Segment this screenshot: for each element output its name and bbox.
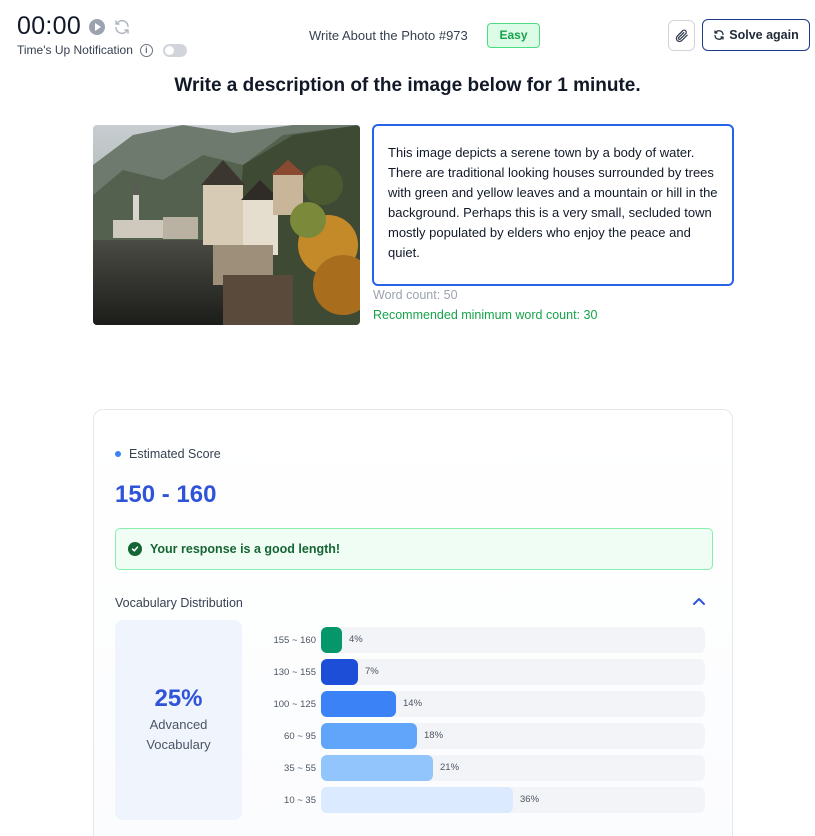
refresh-icon[interactable] <box>113 18 131 36</box>
advanced-vocabulary-line1: Advanced <box>149 717 208 732</box>
solve-again-button[interactable]: Solve again <box>702 19 810 51</box>
distribution-percent: 18% <box>424 730 444 741</box>
distribution-percent: 36% <box>520 794 540 805</box>
length-alert: Your response is a good length! <box>115 528 713 570</box>
attach-button[interactable] <box>668 20 695 51</box>
distribution-track: 7% <box>321 659 705 685</box>
difficulty-badge: Easy <box>487 23 540 48</box>
play-icon[interactable] <box>89 18 106 35</box>
score-label: Estimated Score <box>129 447 221 461</box>
distribution-range: 100 ~ 125 <box>273 698 316 710</box>
paperclip-icon <box>675 29 688 43</box>
distribution-percent: 4% <box>349 634 363 645</box>
refresh-icon <box>714 30 724 40</box>
timer-block: 00:00 Time's Up Notification i <box>17 12 187 57</box>
info-icon[interactable]: i <box>139 43 153 57</box>
vocabulary-title: Vocabulary Distribution <box>115 596 243 610</box>
distribution-range: 35 ~ 55 <box>284 762 316 774</box>
distribution-row: 100 ~ 125 14% <box>254 691 710 717</box>
advanced-vocabulary-summary: 25% Advanced Vocabulary <box>115 620 242 820</box>
distribution-range: 10 ~ 35 <box>284 794 316 806</box>
timer-display: 00:00 <box>17 12 82 40</box>
distribution-bar <box>321 659 358 685</box>
distribution-row: 10 ~ 35 36% <box>254 787 710 813</box>
solve-again-label: Solve again <box>729 28 799 42</box>
distribution-bar <box>321 755 433 781</box>
distribution-track: 14% <box>321 691 705 717</box>
word-count: Word count: 50 <box>373 288 458 302</box>
response-textarea[interactable]: This image depicts a serene town by a bo… <box>372 124 734 286</box>
distribution-track: 4% <box>321 627 705 653</box>
distribution-range: 130 ~ 155 <box>273 666 316 678</box>
distribution-track: 21% <box>321 755 705 781</box>
distribution-track: 18% <box>321 723 705 749</box>
advanced-vocabulary-caption: Advanced Vocabulary <box>146 715 210 755</box>
notification-label: Time's Up Notification <box>17 43 133 57</box>
bullet-dot-icon <box>115 451 121 457</box>
task-title: Write About the Photo #973 <box>309 28 468 43</box>
distribution-percent: 21% <box>440 762 460 773</box>
chevron-up-icon[interactable] <box>691 594 707 610</box>
score-value: 150 - 160 <box>115 481 217 508</box>
timer-row: 00:00 <box>17 12 187 41</box>
notification-toggle[interactable] <box>162 43 187 57</box>
distribution-percent: 7% <box>365 666 379 677</box>
recommended-word-count: Recommended minimum word count: 30 <box>373 308 598 322</box>
distribution-track: 36% <box>321 787 705 813</box>
score-label-row: Estimated Score <box>115 447 221 461</box>
instruction-heading: Write a description of the image below f… <box>174 75 641 96</box>
check-circle-icon <box>128 542 142 556</box>
distribution-row: 60 ~ 95 18% <box>254 723 710 749</box>
distribution-range: 155 ~ 160 <box>273 634 316 646</box>
notification-row: Time's Up Notification i <box>17 43 187 57</box>
task-photo <box>93 125 360 325</box>
distribution-bar <box>321 723 417 749</box>
distribution-bar <box>321 787 513 813</box>
length-message: Your response is a good length! <box>150 542 341 556</box>
distribution-row: 35 ~ 55 21% <box>254 755 710 781</box>
distribution-percent: 14% <box>403 698 423 709</box>
distribution-row: 155 ~ 160 4% <box>254 627 710 653</box>
advanced-vocabulary-percent: 25% <box>154 685 203 712</box>
distribution-row: 130 ~ 155 7% <box>254 659 710 685</box>
distribution-bar <box>321 627 342 653</box>
distribution-bar <box>321 691 396 717</box>
score-card: Estimated Score 150 - 160 Your response … <box>93 409 733 836</box>
advanced-vocabulary-line2: Vocabulary <box>146 737 211 752</box>
distribution-range: 60 ~ 95 <box>284 730 316 742</box>
